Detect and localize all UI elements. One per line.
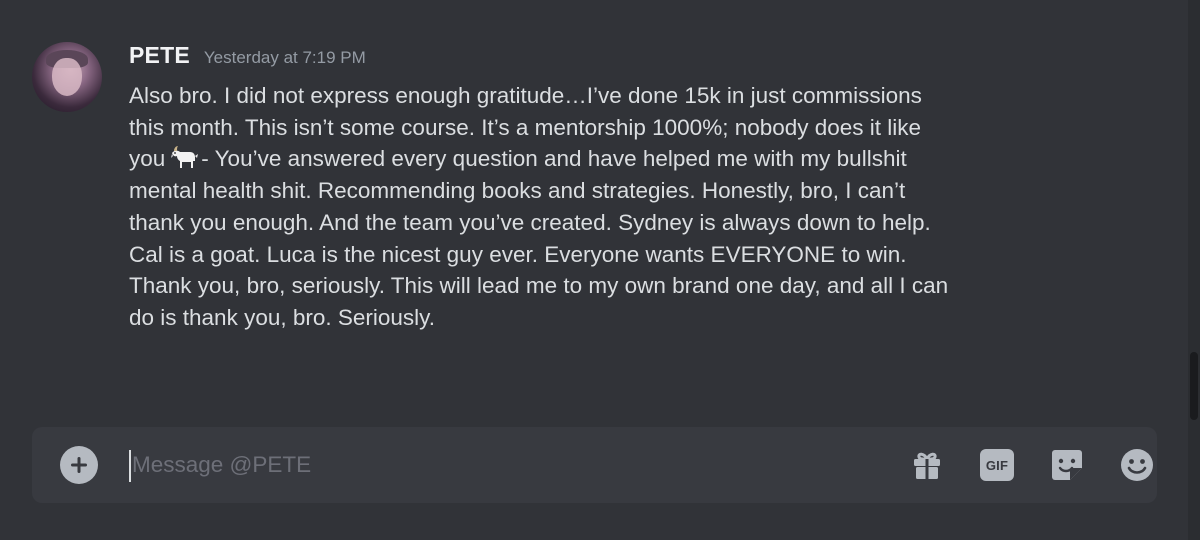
message-line: Thank you, bro, seriously. This will lea… xyxy=(129,270,1089,302)
goat-emoji xyxy=(169,144,199,170)
message-line-text: Thank you, bro, seriously. This will lea… xyxy=(129,273,949,299)
message-line: Also bro. I did not express enough grati… xyxy=(129,80,1089,112)
sticker-icon xyxy=(1052,450,1082,480)
emoji-button[interactable] xyxy=(1118,446,1156,484)
message-line-text: mental health shit. Recommending books a… xyxy=(129,178,906,204)
message-line: do is thank you, bro. Seriously. xyxy=(129,302,1089,334)
avatar-face xyxy=(52,58,82,96)
message-timestamp: Yesterday at 7:19 PM xyxy=(203,48,366,67)
message-header: PETE Yesterday at 7:19 PM xyxy=(129,42,366,72)
chat-message: PETE Yesterday at 7:19 PM Also bro. I di… xyxy=(0,30,1180,400)
gift-button[interactable] xyxy=(908,446,946,484)
user-avatar[interactable] xyxy=(32,42,102,112)
message-composer: GIF xyxy=(32,427,1157,503)
message-content: Also bro. I did not express enough grati… xyxy=(129,80,1089,334)
message-input[interactable] xyxy=(132,443,872,487)
message-line-text: do is thank you, bro. Seriously. xyxy=(129,304,435,330)
message-line-text: thank you enough. And the team you’ve cr… xyxy=(129,209,931,235)
message-line: thank you enough. And the team you’ve cr… xyxy=(129,207,1089,239)
sticker-button[interactable] xyxy=(1048,446,1086,484)
scrollbar-track[interactable] xyxy=(1188,0,1200,540)
gif-icon: GIF xyxy=(980,449,1014,481)
dm-chat-window: PETE Yesterday at 7:19 PM Also bro. I di… xyxy=(0,0,1200,540)
message-author[interactable]: PETE xyxy=(129,42,190,69)
message-line: you - You’ve answered every question and… xyxy=(129,143,1089,175)
add-attachment-button[interactable] xyxy=(60,446,98,484)
message-line-text: - You’ve answered every question and hav… xyxy=(201,146,907,172)
scrollbar-thumb[interactable] xyxy=(1190,352,1198,420)
plus-circle-icon xyxy=(71,457,87,473)
message-line-text: this month. This isn’t some course. It’s… xyxy=(129,114,922,140)
message-line: this month. This isn’t some course. It’s… xyxy=(129,112,1089,144)
gif-label: GIF xyxy=(985,457,1009,473)
message-line-text: Cal is a goat. Luca is the nicest guy ev… xyxy=(129,241,907,267)
message-line-text: Also bro. I did not express enough grati… xyxy=(129,83,922,108)
text-caret xyxy=(129,450,131,482)
gif-button[interactable]: GIF xyxy=(978,446,1016,484)
smiley-icon xyxy=(1121,449,1153,481)
message-line-text: you xyxy=(129,146,166,172)
message-line: mental health shit. Recommending books a… xyxy=(129,175,1089,207)
message-line: Cal is a goat. Luca is the nicest guy ev… xyxy=(129,239,1089,271)
gift-icon xyxy=(914,452,940,479)
